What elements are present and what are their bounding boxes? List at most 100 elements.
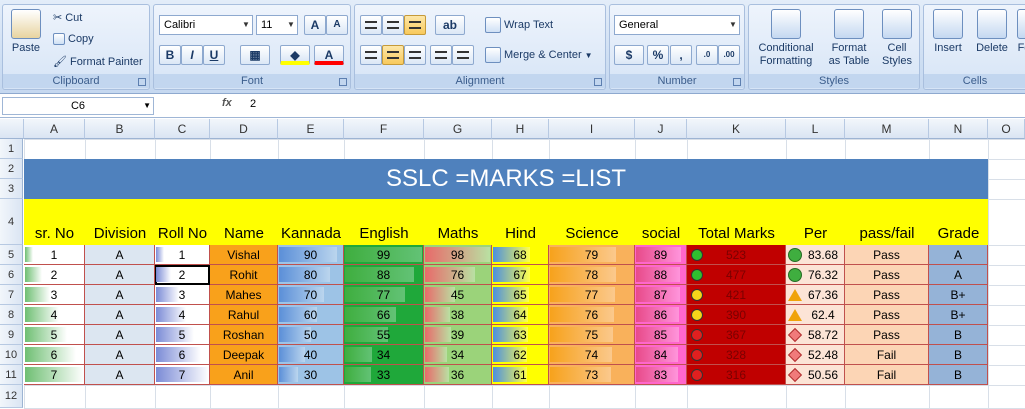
- borders-button[interactable]: ▦: [240, 45, 270, 65]
- row-header-7[interactable]: 7: [0, 285, 23, 305]
- row-header-1[interactable]: 1: [0, 139, 23, 159]
- header-sr-no[interactable]: sr. No: [24, 224, 85, 244]
- comma-button[interactable]: ,: [670, 45, 692, 65]
- row-header-8[interactable]: 8: [0, 305, 23, 325]
- cell-div[interactable]: A: [85, 325, 155, 345]
- currency-button[interactable]: $: [614, 45, 644, 65]
- cut-button[interactable]: ✂ Cut: [53, 11, 82, 25]
- cell-pf[interactable]: Pass: [845, 285, 929, 305]
- header-total-marks[interactable]: Total Marks: [687, 224, 786, 244]
- cell-hin[interactable]: 61: [492, 365, 549, 385]
- select-all-corner[interactable]: [0, 119, 24, 139]
- cell-per[interactable]: 52.48: [786, 345, 845, 365]
- cell-tot[interactable]: 523: [687, 245, 786, 265]
- cell-sr[interactable]: 3: [24, 285, 85, 305]
- decrease-decimal-button[interactable]: .00: [718, 45, 740, 65]
- cell-div[interactable]: A: [85, 265, 155, 285]
- header-english[interactable]: English: [344, 224, 424, 244]
- cell-mat[interactable]: 98: [424, 245, 492, 265]
- cell-pf[interactable]: Pass: [845, 245, 929, 265]
- row-header-11[interactable]: 11: [0, 365, 23, 385]
- column-header-L[interactable]: L: [786, 119, 845, 139]
- format-button[interactable]: Fo: [1014, 9, 1025, 55]
- row-header-10[interactable]: 10: [0, 345, 23, 365]
- cell-sr[interactable]: 2: [24, 265, 85, 285]
- cell-roll[interactable]: 6: [155, 345, 210, 365]
- column-header-M[interactable]: M: [845, 119, 929, 139]
- cell-gr[interactable]: B: [929, 325, 988, 345]
- cell-pf[interactable]: Fail: [845, 345, 929, 365]
- align-center-button[interactable]: [382, 45, 404, 65]
- row-header-12[interactable]: 12: [0, 385, 23, 408]
- cell-sr[interactable]: 1: [24, 245, 85, 265]
- column-header-A[interactable]: A: [24, 119, 85, 139]
- cell-roll[interactable]: 5: [155, 325, 210, 345]
- column-header-E[interactable]: E: [278, 119, 344, 139]
- column-header-F[interactable]: F: [344, 119, 424, 139]
- row-header-9[interactable]: 9: [0, 325, 23, 345]
- cell-gr[interactable]: B: [929, 365, 988, 385]
- cell-tot[interactable]: 421: [687, 285, 786, 305]
- cell-div[interactable]: A: [85, 285, 155, 305]
- cell-hin[interactable]: 64: [492, 305, 549, 325]
- column-header-C[interactable]: C: [155, 119, 210, 139]
- delete-button[interactable]: Delete: [972, 9, 1012, 55]
- cell-gr[interactable]: B+: [929, 285, 988, 305]
- cell-pf[interactable]: Pass: [845, 305, 929, 325]
- cell-tot[interactable]: 477: [687, 265, 786, 285]
- cell-name[interactable]: Rohit: [210, 265, 278, 285]
- cell-sci[interactable]: 73: [549, 365, 635, 385]
- cell-soc[interactable]: 88: [635, 265, 687, 285]
- cell-sci[interactable]: 77: [549, 285, 635, 305]
- header-kannada[interactable]: Kannada: [278, 224, 344, 244]
- cell-hin[interactable]: 62: [492, 345, 549, 365]
- header-hind[interactable]: Hind: [492, 224, 549, 244]
- cell-gr[interactable]: B: [929, 345, 988, 365]
- number-launcher-icon[interactable]: [733, 78, 741, 86]
- align-left-button[interactable]: [360, 45, 382, 65]
- increase-indent-button[interactable]: [452, 45, 474, 65]
- cell-roll[interactable]: 2: [155, 265, 210, 285]
- cell-per[interactable]: 83.68: [786, 245, 845, 265]
- column-header-H[interactable]: H: [492, 119, 549, 139]
- cell-eng[interactable]: 99: [344, 245, 424, 265]
- cell-mat[interactable]: 39: [424, 325, 492, 345]
- column-header-K[interactable]: K: [687, 119, 786, 139]
- header-science[interactable]: Science: [549, 224, 635, 244]
- cell-per[interactable]: 67.36: [786, 285, 845, 305]
- paste-button[interactable]: Paste: [7, 9, 45, 55]
- cell-sci[interactable]: 75: [549, 325, 635, 345]
- cell-kan[interactable]: 70: [278, 285, 344, 305]
- column-header-O[interactable]: O: [988, 119, 1025, 139]
- align-top-button[interactable]: [360, 15, 382, 35]
- header-roll-no[interactable]: Roll No: [155, 224, 210, 244]
- cell-pf[interactable]: Fail: [845, 365, 929, 385]
- cell-roll[interactable]: 3: [155, 285, 210, 305]
- cell-mat[interactable]: 76: [424, 265, 492, 285]
- cell-sr[interactable]: 5: [24, 325, 85, 345]
- cell-hin[interactable]: 65: [492, 285, 549, 305]
- header-per[interactable]: Per: [786, 224, 845, 244]
- cell-soc[interactable]: 85: [635, 325, 687, 345]
- header-social[interactable]: social: [635, 224, 687, 244]
- cell-soc[interactable]: 89: [635, 245, 687, 265]
- cell-name[interactable]: Anil: [210, 365, 278, 385]
- cell-kan[interactable]: 60: [278, 305, 344, 325]
- underline-button[interactable]: U: [203, 45, 225, 65]
- cell-kan[interactable]: 90: [278, 245, 344, 265]
- row-header-2[interactable]: 2: [0, 159, 23, 179]
- row-header-5[interactable]: 5: [0, 245, 23, 265]
- cell-sci[interactable]: 76: [549, 305, 635, 325]
- conditional-formatting-button[interactable]: Conditional Formatting: [751, 9, 821, 68]
- clipboard-launcher-icon[interactable]: [138, 78, 146, 86]
- font-launcher-icon[interactable]: [339, 78, 347, 86]
- fill-color-button[interactable]: ◆: [280, 45, 310, 65]
- alignment-launcher-icon[interactable]: [594, 78, 602, 86]
- bold-button[interactable]: B: [159, 45, 181, 65]
- cell-eng[interactable]: 66: [344, 305, 424, 325]
- column-header-J[interactable]: J: [635, 119, 687, 139]
- cell-name[interactable]: Mahes: [210, 285, 278, 305]
- cell-name[interactable]: Roshan: [210, 325, 278, 345]
- header-grade[interactable]: Grade: [929, 224, 988, 244]
- cell-eng[interactable]: 77: [344, 285, 424, 305]
